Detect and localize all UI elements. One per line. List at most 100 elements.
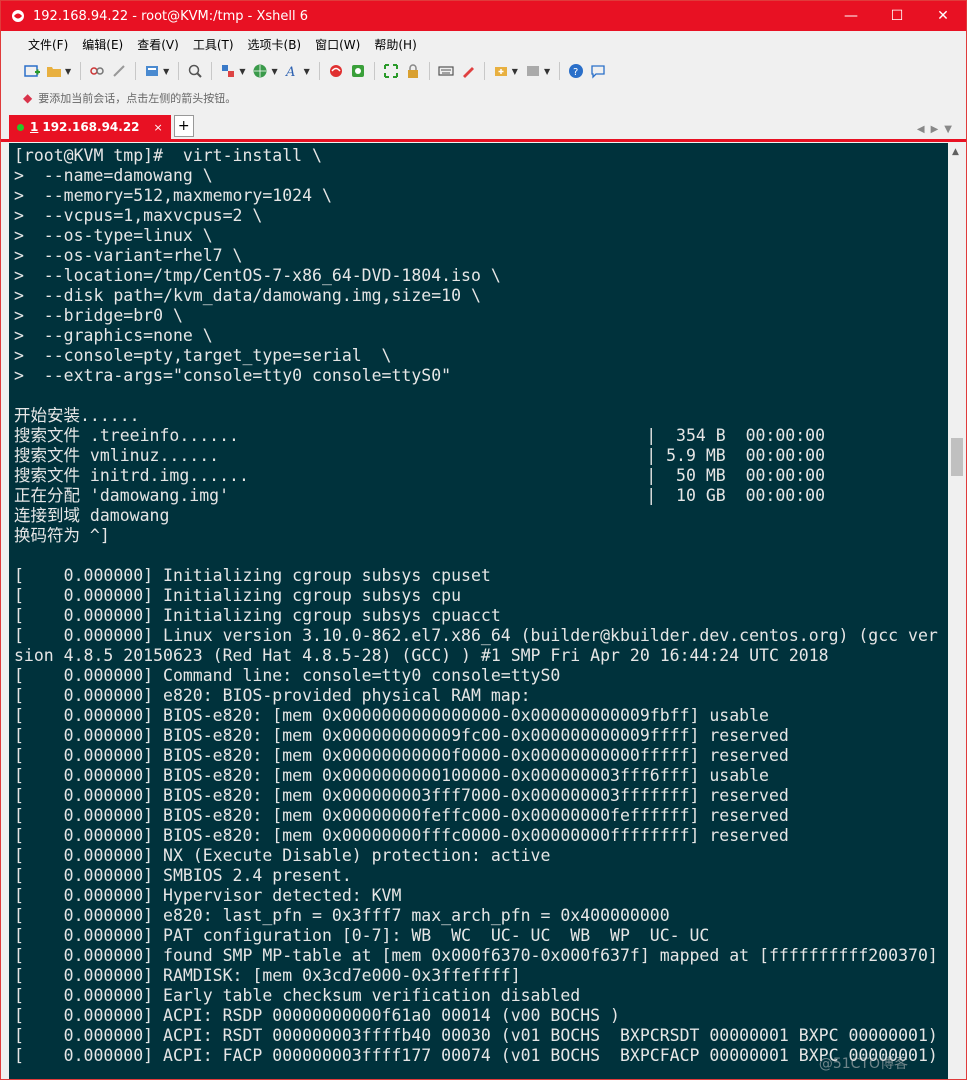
menu-file[interactable]: 文件(F)	[21, 36, 75, 53]
terminal-line: [ 0.000000] Hypervisor detected: KVM	[14, 886, 402, 905]
tab-label: 192.168.94.22	[42, 120, 140, 134]
terminal-line: [ 0.000000] ACPI: RSDT 000000003ffffb40 …	[14, 1026, 938, 1045]
terminal-area[interactable]: [root@KVM tmp]# virt-install \ > --name=d…	[9, 143, 948, 1079]
toolbar-separator	[318, 62, 320, 80]
open-dropdown-icon[interactable]: ▼	[65, 67, 71, 76]
terminal-line: 正在分配 'damowang.img' | 10 GB 00:00:00	[14, 486, 826, 505]
terminal-line: [ 0.000000] e820: last_pfn = 0x3fff7 max…	[14, 906, 670, 925]
close-button[interactable]: ✕	[920, 1, 966, 31]
watermark: @51CTO博客	[818, 1056, 908, 1072]
highlight-icon[interactable]	[460, 63, 476, 79]
connected-status-icon	[17, 123, 24, 131]
globe-icon[interactable]	[252, 63, 268, 79]
terminal-line: sion 4.8.5 20150623 (Red Hat 4.8.5-28) (…	[14, 646, 829, 665]
terminal-line: > --extra-args="console=tty0 console=tty…	[14, 366, 452, 385]
terminal-line: [ 0.000000] Early table checksum verific…	[14, 986, 581, 1005]
terminal-line: [root@KVM tmp]# virt-install \	[14, 146, 322, 165]
terminal-line: [ 0.000000] BIOS-e820: [mem 0x0000000000…	[14, 746, 789, 765]
toolbar-separator	[135, 62, 137, 80]
terminal-line: 开始安装......	[14, 406, 140, 425]
xmanager-icon[interactable]	[350, 63, 366, 79]
transfer-icon[interactable]	[220, 63, 236, 79]
window-title: 192.168.94.22 - root@KVM:/tmp - Xshell 6	[33, 8, 309, 24]
transfer-dropdown-icon[interactable]: ▼	[239, 67, 245, 76]
bookmark-arrow-icon[interactable]: ◆	[23, 91, 32, 105]
layout-dropdown-icon[interactable]: ▼	[544, 67, 550, 76]
menu-tabs[interactable]: 选项卡(B)	[241, 36, 309, 53]
terminal-line: [ 0.000000] Linux version 3.10.0-862.el7…	[14, 626, 938, 645]
svg-text:A: A	[285, 65, 295, 79]
title-bar[interactable]: 192.168.94.22 - root@KVM:/tmp - Xshell 6…	[1, 1, 966, 31]
font-icon[interactable]: A	[285, 63, 301, 79]
terminal-line: [ 0.000000] Command line: console=tty0 c…	[14, 666, 561, 685]
font-dropdown-icon[interactable]: ▼	[304, 67, 310, 76]
maximize-button[interactable]: ☐	[874, 1, 920, 31]
menu-tools[interactable]: 工具(T)	[186, 36, 241, 53]
terminal-line: [ 0.000000] BIOS-e820: [mem 0x0000000000…	[14, 766, 769, 785]
terminal-line: [ 0.000000] Initializing cgroup subsys c…	[14, 566, 491, 585]
add-tab-dropdown-icon[interactable]: ▼	[512, 67, 518, 76]
search-icon[interactable]	[187, 63, 203, 79]
new-session-icon[interactable]	[24, 63, 40, 79]
menu-edit[interactable]: 编辑(E)	[75, 36, 130, 53]
toolbar-separator	[428, 62, 430, 80]
menu-bar: 文件(F) 编辑(E) 查看(V) 工具(T) 选项卡(B) 窗口(W) 帮助(…	[1, 31, 966, 57]
disconnect-icon[interactable]	[111, 63, 127, 79]
session-hint-bar: ◆ 要添加当前会话，点击左侧的箭头按钮。	[1, 85, 966, 111]
toolbar-separator	[373, 62, 375, 80]
xftp-icon[interactable]	[328, 63, 344, 79]
globe-dropdown-icon[interactable]: ▼	[271, 67, 277, 76]
terminal-line: > --os-type=linux \	[14, 226, 213, 245]
terminal-scrollbar[interactable]: ▲	[948, 143, 966, 1079]
session-hint-text: 要添加当前会话，点击左侧的箭头按钮。	[38, 92, 237, 105]
terminal-line: 连接到域 damowang	[14, 506, 170, 525]
toolbar-separator	[559, 62, 561, 80]
tab-number: 1	[30, 120, 39, 134]
scrollbar-thumb[interactable]	[951, 438, 963, 476]
terminal-line: > --console=pty,target_type=serial \	[14, 346, 392, 365]
fullscreen-icon[interactable]	[383, 63, 399, 79]
open-folder-icon[interactable]	[46, 63, 62, 79]
minimize-button[interactable]: —	[828, 1, 874, 31]
terminal-line: [ 0.000000] SMBIOS 2.4 present.	[14, 866, 352, 885]
session-tab[interactable]: 1 192.168.94.22 ×	[9, 115, 171, 139]
terminal-line: [ 0.000000] PAT configuration [0-7]: WB …	[14, 926, 710, 945]
layout-icon[interactable]	[525, 63, 541, 79]
toolbar-separator	[80, 62, 82, 80]
new-tab-button[interactable]: +	[173, 115, 194, 137]
help-icon[interactable]: ?	[568, 63, 584, 79]
keyboard-icon[interactable]	[438, 63, 454, 79]
tab-bar: 1 192.168.94.22 × + ◀▶▼	[1, 111, 966, 142]
properties-icon[interactable]	[144, 63, 160, 79]
toolbar-separator	[178, 62, 180, 80]
terminal-output: [root@KVM tmp]# virt-install \ > --name=d…	[9, 143, 948, 1066]
terminal-line: > --location=/tmp/CentOS-7-x86_64-DVD-18…	[14, 266, 501, 285]
terminal-line: [ 0.000000] RAMDISK: [mem 0x3cd7e000-0x3…	[14, 966, 521, 985]
tab-close-icon[interactable]: ×	[154, 121, 163, 134]
terminal-line: [ 0.000000] Initializing cgroup subsys c…	[14, 586, 462, 605]
terminal-line: 换码符为 ^]	[14, 526, 110, 545]
menu-window[interactable]: 窗口(W)	[308, 36, 367, 53]
terminal-line: > --graphics=none \	[14, 326, 213, 345]
toolbar: ▼ ▼ ▼ ▼ A ▼ ▼ ▼ ?	[1, 57, 966, 85]
terminal-line: [ 0.000000] BIOS-e820: [mem 0x0000000000…	[14, 726, 789, 745]
terminal-line: [ 0.000000] ACPI: RSDP 00000000000f61a0 …	[14, 1006, 620, 1025]
terminal-line: > --bridge=br0 \	[14, 306, 183, 325]
toolbar-separator	[483, 62, 485, 80]
tab-scroll-arrows[interactable]: ◀▶▼	[917, 124, 958, 135]
terminal-line: > --vcpus=1,maxvcpus=2 \	[14, 206, 263, 225]
add-tab-icon[interactable]	[493, 63, 509, 79]
connect-icon[interactable]	[89, 63, 105, 79]
lock-icon[interactable]	[405, 63, 421, 79]
terminal-line: [ 0.000000] NX (Execute Disable) protect…	[14, 846, 551, 865]
scroll-up-icon[interactable]: ▲	[952, 147, 959, 157]
terminal-line: [ 0.000000] BIOS-e820: [mem 0x00000000ff…	[14, 826, 789, 845]
properties-dropdown-icon[interactable]: ▼	[163, 67, 169, 76]
menu-view[interactable]: 查看(V)	[130, 36, 186, 53]
menu-help[interactable]: 帮助(H)	[367, 36, 423, 53]
terminal-line: [ 0.000000] BIOS-e820: [mem 0x000000003f…	[14, 786, 789, 805]
terminal-line: [ 0.000000] found SMP MP-table at [mem 0…	[14, 946, 938, 965]
chat-icon[interactable]	[590, 63, 606, 79]
terminal-line: [ 0.000000] ACPI: FACP 000000003ffff177 …	[14, 1046, 938, 1065]
